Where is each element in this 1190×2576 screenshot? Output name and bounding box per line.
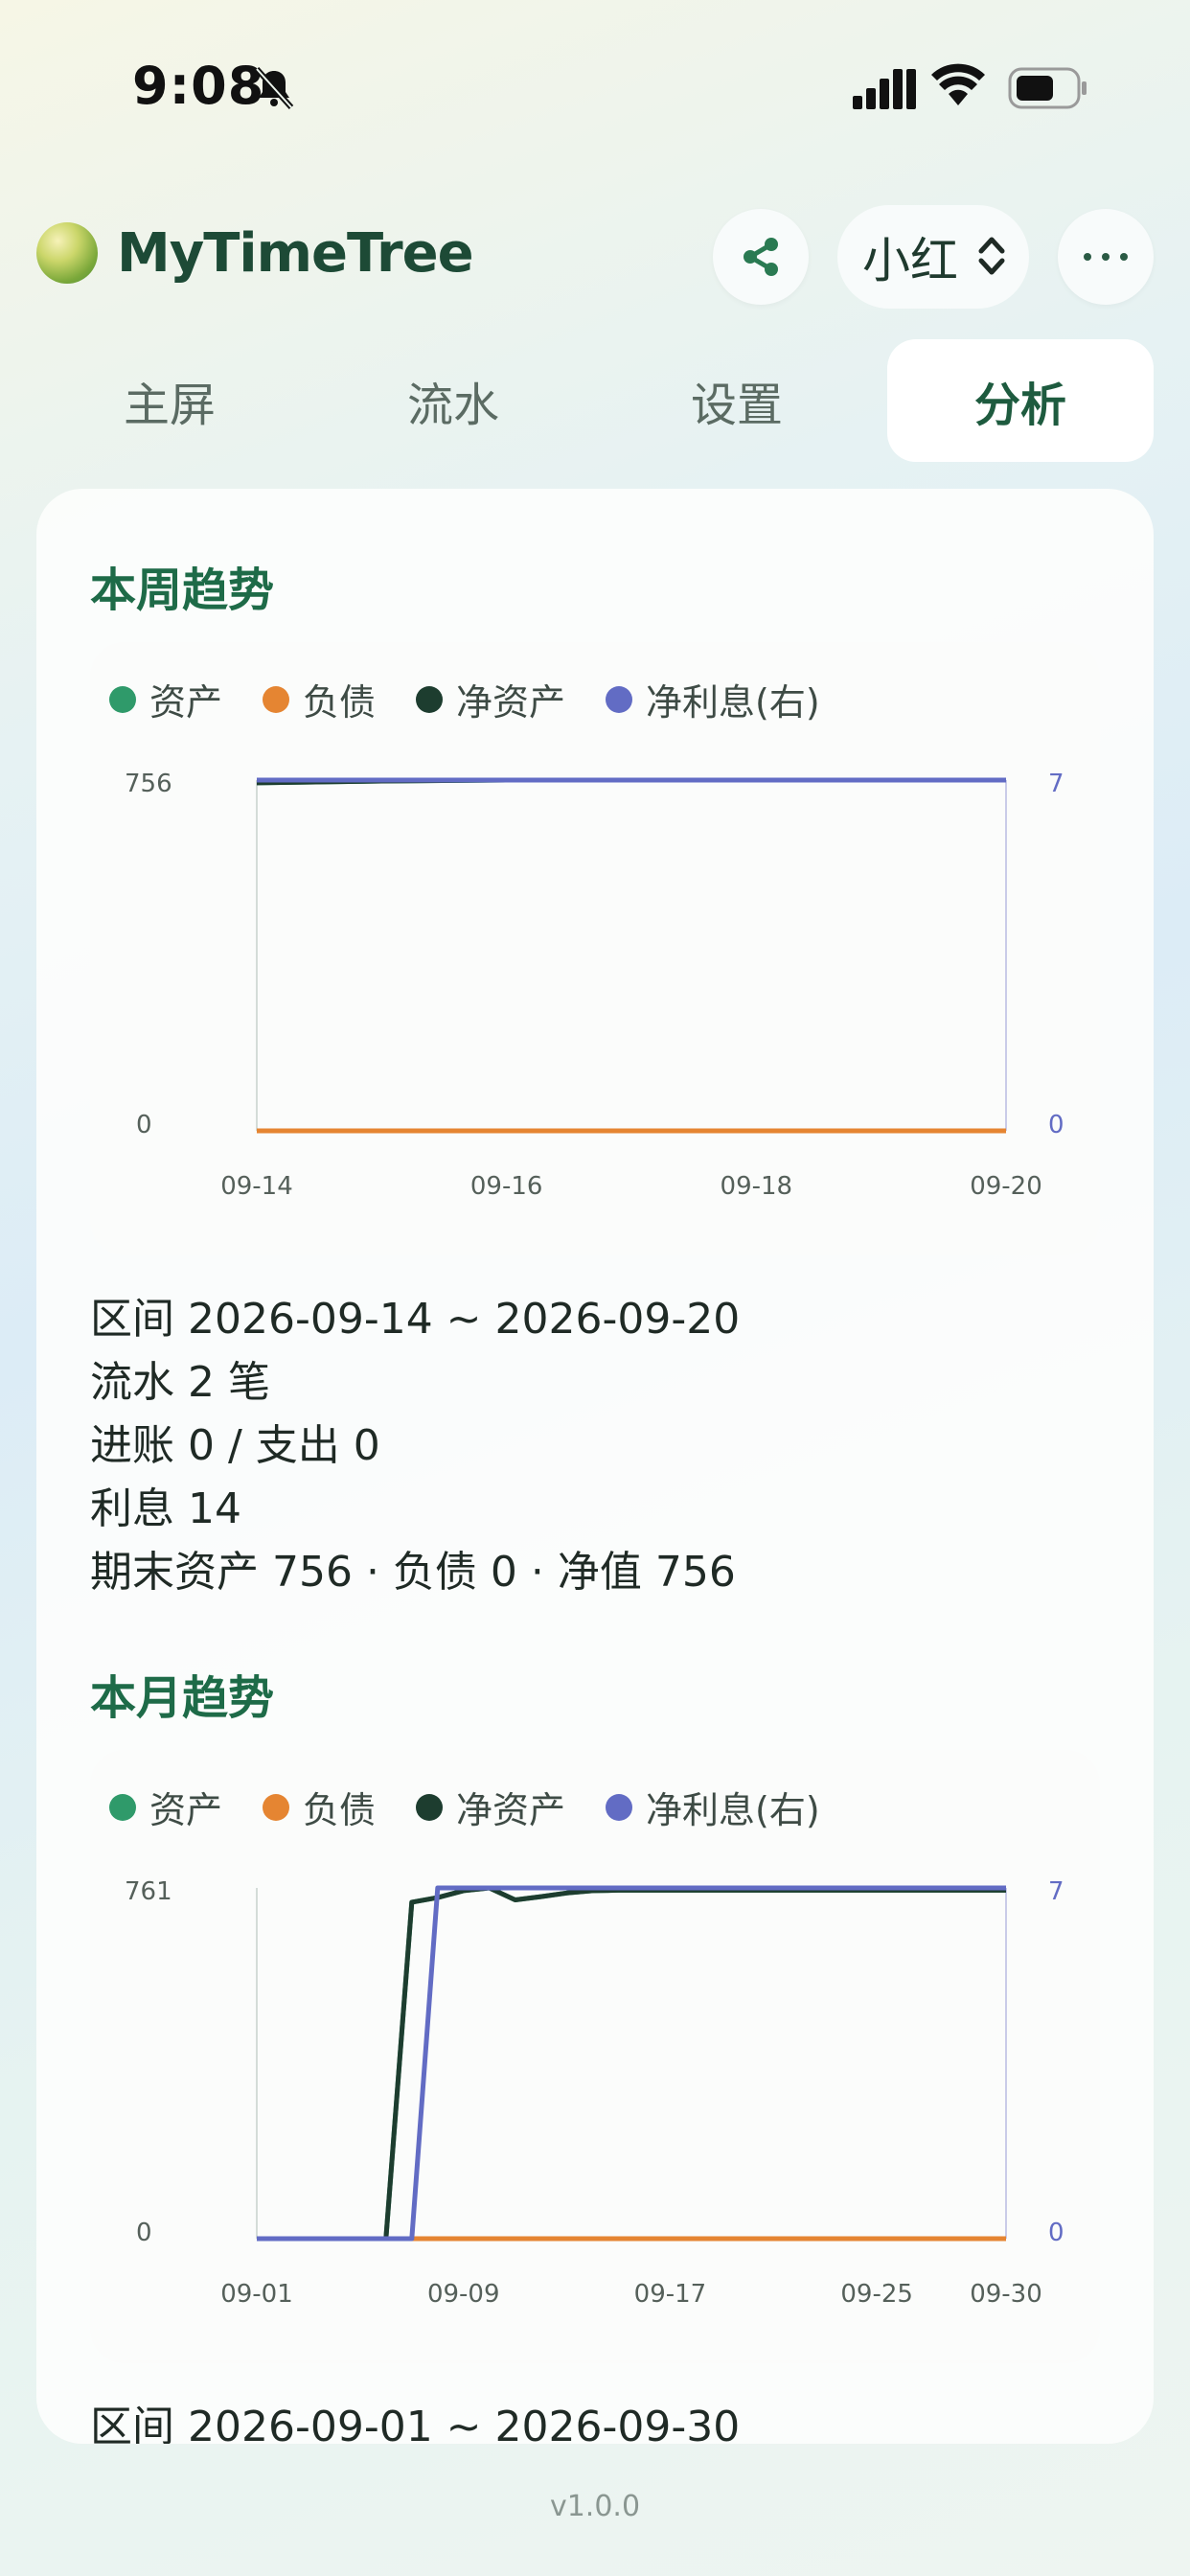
signal-icon [853,69,916,109]
weekly-range: 区间 2026-09-14 ~ 2026-09-20 [90,1295,741,1344]
y2-tick-label: 7 [1048,1877,1064,1906]
more-icon [1084,253,1128,261]
weekly-chart: 资产 负债 净资产 净利息(右) 756 0 7 0 09-14 09-16 09-18 09… [90,642,1100,1255]
x-tick-label: 09-16 [470,1172,543,1201]
weekly-trend-title: 本周趋势 [90,564,275,617]
tab-transactions[interactable]: 流水 [320,339,586,462]
monthly-chart-plot: 761 0 7 0 09-01 09-09 09-17 09-25 09-30 [125,1877,1064,2309]
share-icon [744,238,778,276]
y-tick-label: 756 [125,770,172,798]
weekly-chart-plot: 756 0 7 0 09-14 09-16 09-18 09-20 [125,770,1064,1201]
status-bar: 9:08 [0,0,1190,172]
y-tick-label: 761 [125,1877,172,1906]
x-tick-label: 09-30 [970,2280,1042,2309]
series-line-2 [257,1885,1006,2242]
app-header: MyTimeTree 小红 [0,201,1190,316]
y2-tick-label: 0 [1048,1111,1064,1139]
x-tick-label: 09-14 [220,1172,293,1201]
battery-icon [1008,67,1087,109]
share-button[interactable] [713,209,809,305]
monthly-trend-title: 本月趋势 [90,1671,275,1725]
tab-bar: 主屏 流水 设置 分析 [36,339,1154,462]
chevron-up-down-icon [978,237,1005,275]
more-button[interactable] [1058,209,1154,305]
y-tick-label: 0 [136,2219,152,2247]
x-tick-label: 09-01 [220,2280,293,2309]
monthly-range: 区间 2026-09-01 ~ 2026-09-30 [90,2403,741,2444]
series-line-0 [257,1885,1006,2242]
y2-tick-label: 0 [1048,2219,1064,2247]
x-tick-label: 09-25 [840,2280,913,2309]
tab-home[interactable]: 主屏 [36,339,303,462]
weekly-count: 流水 2 笔 [90,1358,270,1407]
app-title: MyTimeTree [117,222,474,285]
weekly-summary: 期末资产 756 · 负债 0 · 净值 756 [90,1548,736,1597]
x-tick-label: 09-20 [970,1172,1042,1201]
weekly-flow: 进账 0 / 支出 0 [90,1421,380,1470]
tab-analysis[interactable]: 分析 [887,339,1154,462]
status-time: 9:08 [132,56,265,116]
monthly-chart: 资产 负债 净资产 净利息(右) 761 0 7 0 09-01 09-09 09-17 09… [90,1750,1100,2363]
x-tick-label: 09-09 [427,2280,500,2309]
x-tick-label: 09-17 [634,2280,707,2309]
wifi-icon [931,63,985,105]
logo-icon [36,222,98,284]
user-select[interactable]: 小红 [837,205,1029,309]
y-tick-label: 0 [136,1111,152,1139]
tab-settings[interactable]: 设置 [604,339,870,462]
series-line-3 [257,1885,1006,2242]
bell-slash-icon [254,66,294,110]
user-select-value: 小红 [862,233,958,288]
weekly-interest: 利息 14 [90,1484,241,1533]
version-label: v1.0.0 [549,2490,641,2523]
y2-tick-label: 7 [1048,770,1064,798]
analysis-card: 本周趋势 资产 负债 净资产 净利息(右) 756 0 7 0 09-14 09-16 09… [36,489,1154,2444]
x-tick-label: 09-18 [721,1172,793,1201]
